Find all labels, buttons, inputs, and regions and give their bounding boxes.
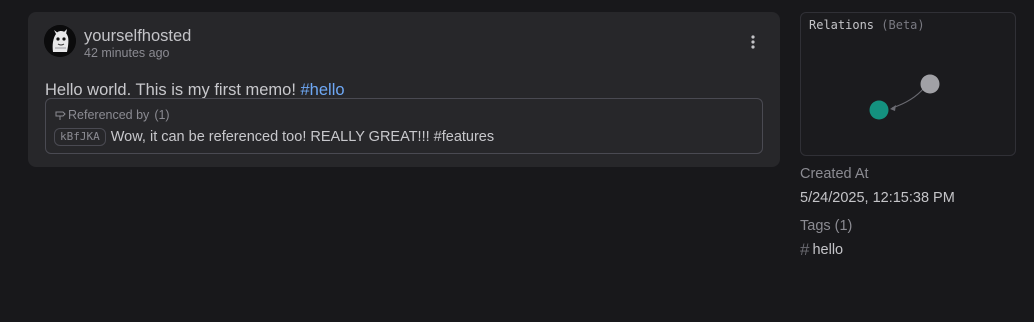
memo-detail-page: yourselfhosted 42 minutes ago Hello worl… [0,0,1034,322]
referenced-memo-text: Wow, it can be referenced too! REALLY GR… [110,129,495,145]
related-memo-node[interactable] [920,74,940,94]
milestone-icon [55,111,66,120]
referenced-memo-id: kBfJKA [54,128,106,146]
tag-name: hello [812,242,844,258]
memo-timestamp: 42 minutes ago [84,46,170,60]
hash-icon: # [800,240,810,259]
relation-edge [891,87,925,109]
current-memo-node[interactable] [869,100,889,120]
referenced-by-count: (1) [154,108,170,122]
memo-tag-link[interactable]: #hello [301,81,345,99]
memo-content-text: Hello world. This is my first memo! [45,81,301,99]
memo-card: yourselfhosted 42 minutes ago Hello worl… [28,12,780,167]
referenced-memo-item[interactable]: kBfJKA Wow, it can be referenced too! RE… [54,128,494,146]
referenced-by-label: Referenced by [68,108,150,122]
avatar[interactable] [44,25,76,57]
relations-graph[interactable] [801,13,1015,155]
referenced-by-panel: Referenced by (1) kBfJKA Wow, it can be … [45,98,763,154]
memo-header: yourselfhosted 42 minutes ago [44,25,764,60]
created-at-value: 5/24/2025, 12:15:38 PM [800,190,955,206]
created-at-label: Created At [800,166,869,182]
tags-label: Tags (1) [800,218,853,234]
referenced-by-header: Referenced by (1) [54,107,170,123]
avatar-mascot-icon [44,25,76,57]
relation-edge-arrow [890,105,896,111]
relations-graph-panel: Relations (Beta) [800,12,1016,156]
tag-item-hello[interactable]: # hello [800,241,843,259]
more-options-button[interactable] [742,31,764,53]
more-vertical-icon [751,35,755,49]
creator-name[interactable]: yourselfhosted [84,26,191,46]
